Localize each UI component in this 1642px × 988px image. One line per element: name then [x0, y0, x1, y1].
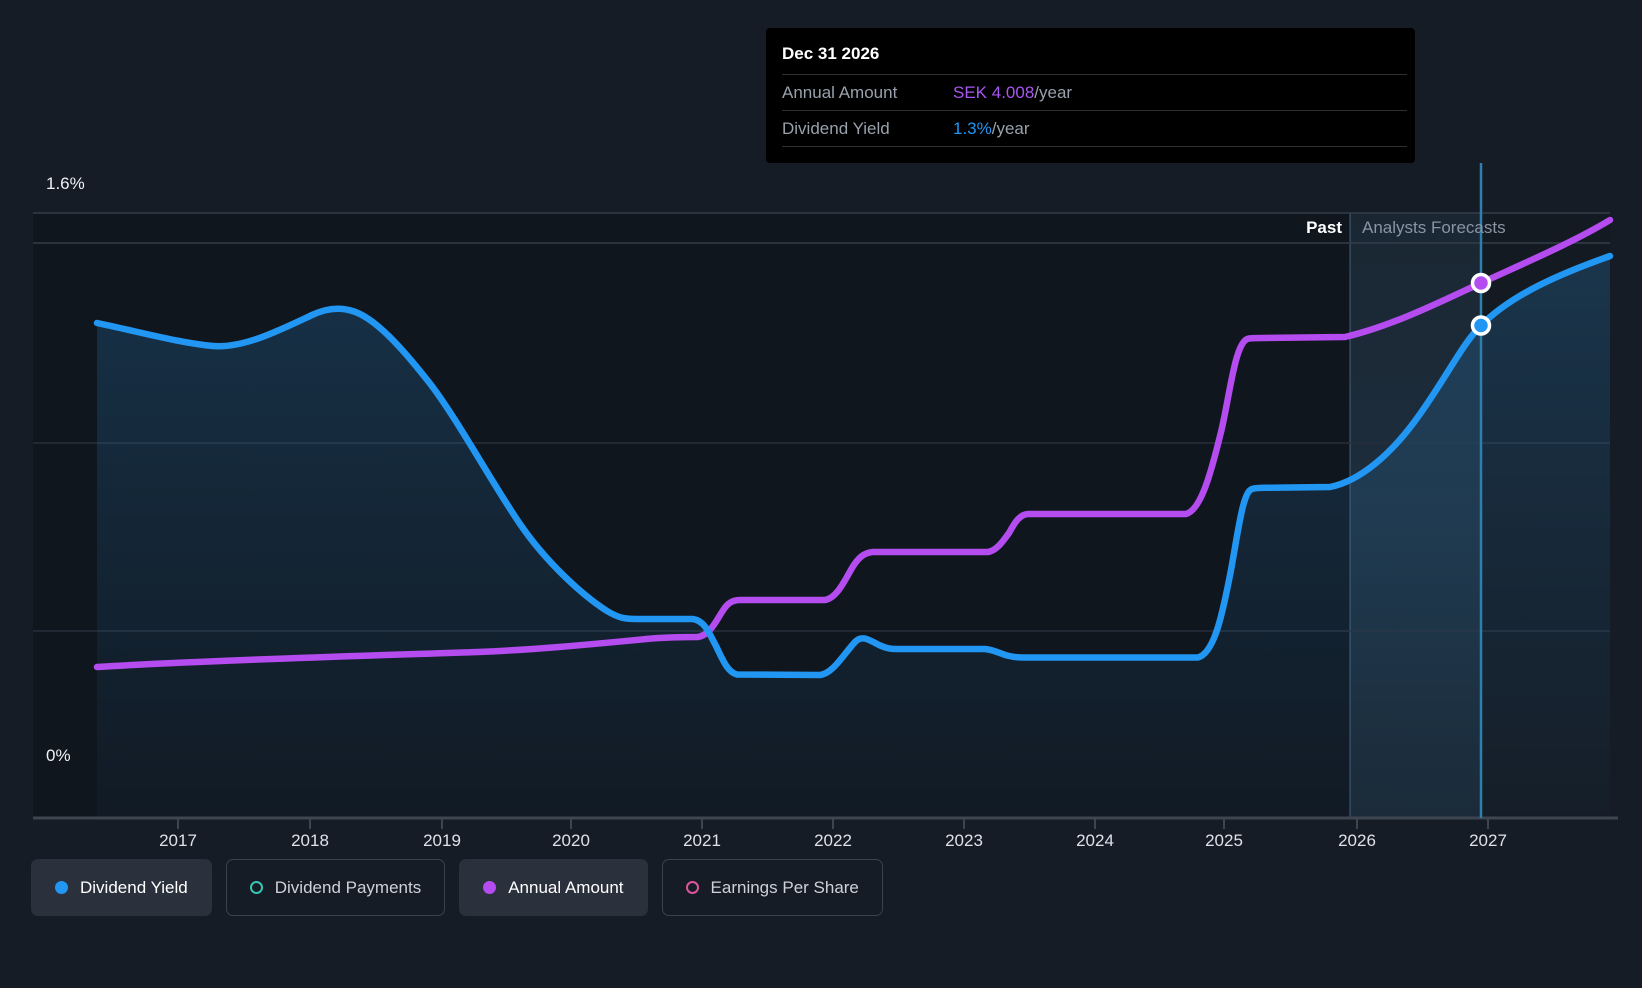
x-axis-year-label: 2021	[683, 831, 721, 850]
legend-label: Earnings Per Share	[710, 877, 859, 897]
legend-button-dividend-yield[interactable]: Dividend Yield	[31, 859, 212, 916]
x-axis-year-label: 2024	[1076, 831, 1114, 850]
dividend-payments-ring-icon	[249, 881, 263, 894]
legend-button-earnings-per-share[interactable]: Earnings Per Share	[661, 859, 883, 916]
dividend-chart-page: 1.6% 0% Past Analysts Forecasts 2017 2018…	[0, 0, 1642, 988]
y-axis-min-label: 0%	[46, 746, 71, 765]
hover-tooltip: Dec 31 2026 Annual Amount SEK 4.008/year…	[766, 28, 1415, 163]
x-axis-year-label: 2027	[1469, 831, 1507, 850]
tooltip-label: Dividend Yield	[782, 118, 890, 138]
y-axis-max-label: 1.6%	[46, 174, 85, 193]
tooltip-date: Dec 31 2026	[782, 44, 880, 63]
tooltip-value-suffix: /year	[991, 118, 1030, 138]
forecast-region-label: Analysts Forecasts	[1362, 218, 1506, 237]
cursor-marker-dividend-yield	[1470, 315, 1492, 336]
x-axis: 2017 2018 2019 2020 2021 2022 2023 2024 2025 2026…	[0, 831, 1642, 855]
x-axis-year-label: 2026	[1338, 831, 1376, 850]
x-axis-year-label: 2019	[423, 831, 461, 850]
x-axis-year-label: 2018	[291, 831, 329, 850]
legend-label: Dividend Yield	[80, 877, 188, 897]
legend-button-annual-amount[interactable]: Annual Amount	[459, 859, 648, 916]
tooltip-value: 1.3%	[953, 118, 992, 138]
x-axis-year-label: 2017	[159, 831, 197, 850]
earnings-per-share-ring-icon	[685, 881, 699, 894]
x-axis-year-label: 2020	[552, 831, 590, 850]
past-region-label: Past	[1306, 218, 1342, 237]
legend-label: Dividend Payments	[274, 877, 422, 897]
tooltip-value-suffix: /year	[1034, 82, 1073, 102]
tooltip-label: Annual Amount	[782, 82, 898, 102]
x-axis-year-label: 2022	[814, 831, 852, 850]
annual-amount-dot-icon	[483, 881, 497, 894]
legend-button-dividend-payments[interactable]: Dividend Payments	[225, 859, 446, 916]
legend-label: Annual Amount	[508, 877, 624, 897]
tooltip-row-annual-amount: Annual Amount SEK 4.008/year	[782, 74, 1407, 110]
cursor-marker-annual-amount	[1470, 272, 1492, 294]
tooltip-value: SEK 4.008	[953, 82, 1035, 102]
tooltip-row-dividend-yield: Dividend Yield 1.3%/year	[782, 110, 1407, 147]
x-axis-year-label: 2023	[945, 831, 983, 850]
dividend-yield-dot-icon	[55, 881, 68, 894]
x-axis-year-label: 2025	[1205, 831, 1243, 850]
chart-legend: Dividend Yield Dividend Payments Annual …	[31, 859, 883, 916]
